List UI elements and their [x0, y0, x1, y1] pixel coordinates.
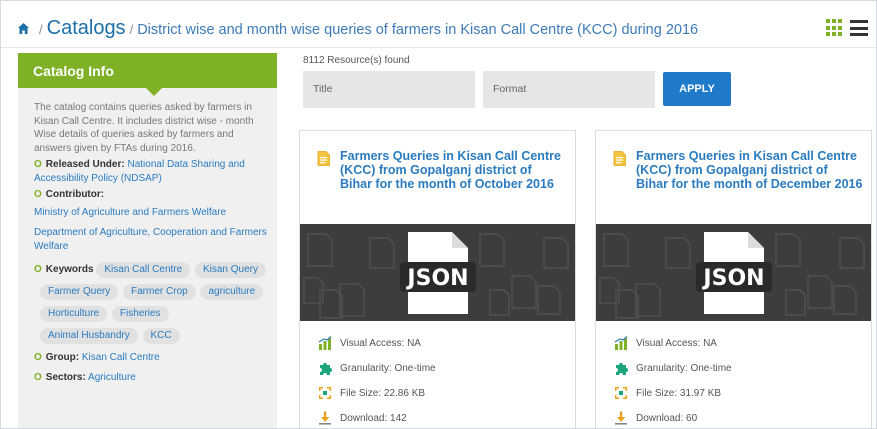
- puzzle-icon: [320, 363, 332, 375]
- visual-access-text: Visual Access: NA: [636, 337, 717, 349]
- granularity-text: Granularity: One-time: [340, 362, 436, 374]
- granularity-row: Granularity: One-time: [318, 361, 436, 375]
- keyword-tag[interactable]: Kisan Query: [194, 262, 266, 278]
- contributor-row: O Contributor: Ministry of Agriculture an…: [34, 188, 271, 253]
- keyword-tag[interactable]: Horticulture: [40, 306, 108, 322]
- group-row: O Group: Kisan Call Centre: [34, 351, 271, 365]
- keyword-tag[interactable]: agriculture: [200, 284, 264, 300]
- home-icon[interactable]: [17, 22, 30, 35]
- visual-access-row: Visual Access: NA: [318, 336, 436, 350]
- card-meta: Visual Access: NA Granularity: One-time …: [318, 336, 436, 428]
- expand-icon: [319, 387, 331, 399]
- json-thumbnail[interactable]: JSON: [596, 224, 871, 321]
- contributor-link[interactable]: Department of Agriculture, Cooperation a…: [34, 226, 271, 253]
- expand-icon: [615, 387, 627, 399]
- sectors-label: Sectors:: [45, 371, 86, 383]
- list-view-icon[interactable]: [850, 20, 868, 36]
- format-label: JSON: [701, 266, 764, 291]
- file-size-row: File Size: 31.97 KB: [614, 386, 732, 400]
- bullet-icon: O: [34, 371, 42, 383]
- card-title: Farmers Queries in Kisan Call Centre (KC…: [317, 149, 567, 191]
- document-icon: [613, 151, 626, 166]
- page-frame: / Catalogs / District wise and month wis…: [0, 0, 877, 429]
- resource-card: Farmers Queries in Kisan Call Centre (KC…: [595, 130, 872, 428]
- heading-arrow: [146, 88, 162, 96]
- card-title: Farmers Queries in Kisan Call Centre (KC…: [613, 149, 863, 191]
- released-under-label: Released Under:: [45, 159, 125, 170]
- apply-button[interactable]: APPLY: [663, 72, 731, 106]
- keyword-tag[interactable]: Farmer Query: [40, 284, 119, 300]
- sectors-row: O Sectors: Agriculture: [34, 371, 271, 385]
- card-title-link[interactable]: Farmers Queries in Kisan Call Centre (KC…: [636, 149, 863, 191]
- bullet-icon: O: [34, 352, 42, 363]
- format-label: JSON: [405, 266, 468, 291]
- file-size-row: File Size: 22.86 KB: [318, 386, 436, 400]
- breadcrumb-separator: /: [129, 22, 134, 37]
- group-label: Group:: [45, 352, 80, 363]
- format-filter-select[interactable]: Format: [483, 71, 655, 108]
- keywords-row: O Keywords Kisan Call Centre Kisan Query …: [34, 260, 271, 348]
- puzzle-icon: [616, 363, 628, 375]
- sectors-link[interactable]: Agriculture: [88, 372, 136, 383]
- resource-count: 8112 Resource(s) found: [303, 55, 410, 66]
- download-row: Download: 142: [318, 411, 436, 425]
- json-file-icon: JSON: [303, 232, 569, 319]
- bullet-icon: O: [34, 264, 42, 275]
- download-icon: [615, 411, 627, 425]
- view-toggle: [826, 19, 868, 37]
- file-size-text: File Size: 31.97 KB: [636, 387, 722, 399]
- released-under-row: O Released Under: National Data Sharing a…: [34, 158, 271, 185]
- keyword-tag[interactable]: Kisan Call Centre: [96, 262, 191, 278]
- title-filter-input[interactable]: Title: [303, 71, 475, 108]
- card-title-link[interactable]: Farmers Queries in Kisan Call Centre (KC…: [340, 149, 567, 191]
- download-text: Download: 142: [340, 412, 407, 424]
- breadcrumb-catalogs-link[interactable]: Catalogs: [47, 17, 126, 40]
- contributor-link[interactable]: Ministry of Agriculture and Farmers Welf…: [34, 206, 271, 220]
- header-divider: [1, 47, 876, 48]
- document-icon: [317, 151, 330, 166]
- download-icon: [319, 411, 331, 425]
- catalog-info-title: Catalog Info: [33, 63, 114, 79]
- breadcrumb-separator: /: [39, 22, 43, 37]
- grid-view-icon[interactable]: [826, 19, 844, 37]
- card-meta: Visual Access: NA Granularity: One-time …: [614, 336, 732, 428]
- catalog-info-panel: Catalog Info The catalog contains querie…: [18, 53, 277, 428]
- resource-card: Farmers Queries in Kisan Call Centre (KC…: [299, 130, 576, 428]
- keyword-tag[interactable]: Animal Husbandry: [40, 328, 138, 344]
- keyword-tag[interactable]: KCC: [142, 328, 180, 344]
- catalog-info-heading: Catalog Info: [18, 53, 277, 96]
- json-thumbnail[interactable]: JSON: [300, 224, 575, 321]
- bullet-icon: O: [34, 159, 42, 170]
- download-text: Download: 60: [636, 412, 698, 424]
- file-size-text: File Size: 22.86 KB: [340, 387, 426, 399]
- keyword-tag[interactable]: Fisheries: [111, 306, 169, 322]
- visual-access-text: Visual Access: NA: [340, 337, 421, 349]
- json-file-icon: JSON: [599, 232, 865, 319]
- contributor-label: Contributor:: [45, 189, 105, 200]
- chart-icon: [614, 336, 628, 350]
- chart-icon: [318, 336, 332, 350]
- granularity-row: Granularity: One-time: [614, 361, 732, 375]
- download-row: Download: 60: [614, 411, 732, 425]
- catalog-description: The catalog contains queries asked by fa…: [34, 102, 254, 154]
- bullet-icon: O: [34, 189, 42, 200]
- page-title: District wise and month wise queries of …: [137, 22, 699, 38]
- visual-access-row: Visual Access: NA: [614, 336, 732, 350]
- keyword-tag[interactable]: Farmer Crop: [123, 284, 196, 300]
- breadcrumb: / Catalogs / District wise and month wis…: [17, 17, 698, 45]
- keywords-label: Keywords: [45, 264, 94, 275]
- group-link[interactable]: Kisan Call Centre: [82, 352, 160, 363]
- granularity-text: Granularity: One-time: [636, 362, 732, 374]
